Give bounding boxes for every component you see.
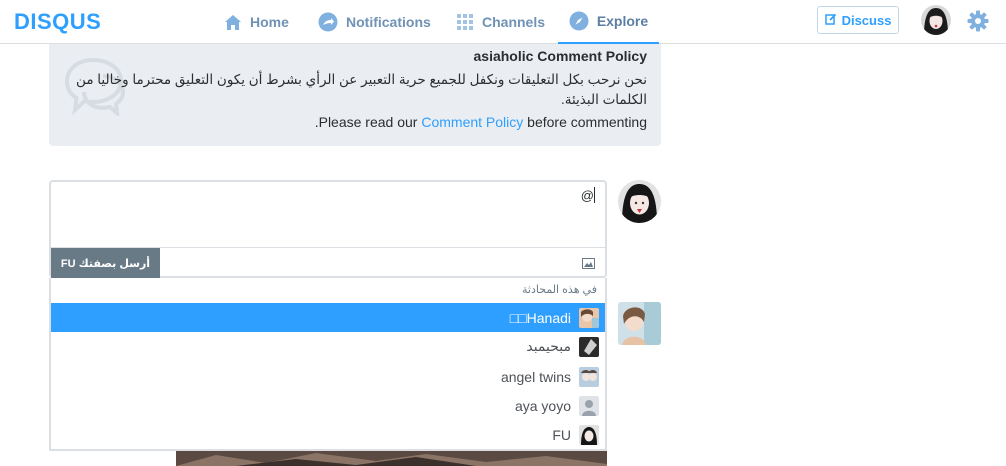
policy-read-line: .Please read our Comment Policy before c… — [315, 114, 647, 130]
disqus-logo[interactable]: DISQUS — [14, 9, 101, 35]
top-navigation: DISQUS Home Notifications Channels Explo… — [0, 0, 1006, 44]
comment-composer[interactable]: @ أرسل بصفتك FU — [49, 180, 607, 278]
nav-explore-label: Explore — [596, 13, 649, 29]
discuss-button[interactable]: Discuss — [817, 6, 899, 34]
nav-notifications[interactable]: Notifications — [318, 0, 431, 44]
mention-dropdown: في هذه المحادثة □□Hanadi مبحيمبد angel t… — [49, 278, 607, 451]
discuss-label: Discuss — [841, 12, 892, 28]
explore-icon — [569, 11, 589, 31]
mention-item-name: aya yoyo — [514, 397, 571, 414]
text-caret — [594, 187, 595, 203]
mention-item-name: FU — [552, 426, 571, 443]
notifications-icon — [318, 12, 338, 32]
policy-read-before: Please read our — [318, 114, 422, 130]
commenter-avatar[interactable] — [618, 302, 661, 345]
composer-avatar[interactable] — [618, 180, 661, 223]
mention-item[interactable]: angel twins — [51, 362, 605, 391]
comment-policy-link[interactable]: Comment Policy — [421, 114, 523, 130]
nav-explore[interactable]: Explore — [558, 0, 659, 44]
edit-icon — [824, 13, 837, 28]
mention-header: في هذه المحادثة — [522, 284, 597, 296]
nav-notifications-label: Notifications — [346, 14, 431, 30]
home-icon — [224, 14, 242, 31]
mention-avatar — [579, 424, 599, 445]
comment-image — [176, 451, 607, 466]
nav-channels-label: Channels — [482, 14, 546, 30]
comment-policy-box: asiaholic Comment Policy نحن نرحب بكل ال… — [49, 44, 661, 146]
user-avatar[interactable] — [921, 5, 951, 35]
mention-item[interactable]: مبحيمبد — [51, 332, 605, 361]
mention-item[interactable]: FU — [51, 420, 605, 449]
gear-icon[interactable] — [967, 10, 989, 32]
mention-avatar — [579, 307, 599, 328]
image-icon[interactable] — [582, 256, 595, 269]
mention-avatar — [579, 395, 599, 416]
policy-read-after: before commenting — [523, 114, 647, 130]
composer-input-text: @ — [580, 188, 594, 203]
mention-item-name: مبحيمبد — [526, 338, 571, 354]
policy-title: asiaholic Comment Policy — [473, 48, 648, 64]
composer-input[interactable]: @ — [581, 187, 596, 203]
composer-toolbar: أرسل بصفتك FU — [51, 247, 605, 278]
mention-item[interactable]: □□Hanadi — [51, 303, 605, 332]
nav-home-label: Home — [250, 14, 289, 30]
post-as-button[interactable]: أرسل بصفتك FU — [51, 248, 160, 278]
mention-item[interactable]: aya yoyo — [51, 391, 605, 420]
mention-avatar — [579, 336, 599, 357]
channels-icon — [456, 13, 474, 31]
policy-text: نحن نرحب بكل التعليقات ونكفل للجميع حرية… — [76, 72, 647, 107]
nav-channels[interactable]: Channels — [456, 0, 545, 44]
mention-avatar — [579, 366, 599, 387]
nav-home[interactable]: Home — [224, 0, 289, 44]
mention-item-name: angel twins — [500, 368, 571, 385]
mention-item-name: □□Hanadi — [509, 309, 571, 326]
